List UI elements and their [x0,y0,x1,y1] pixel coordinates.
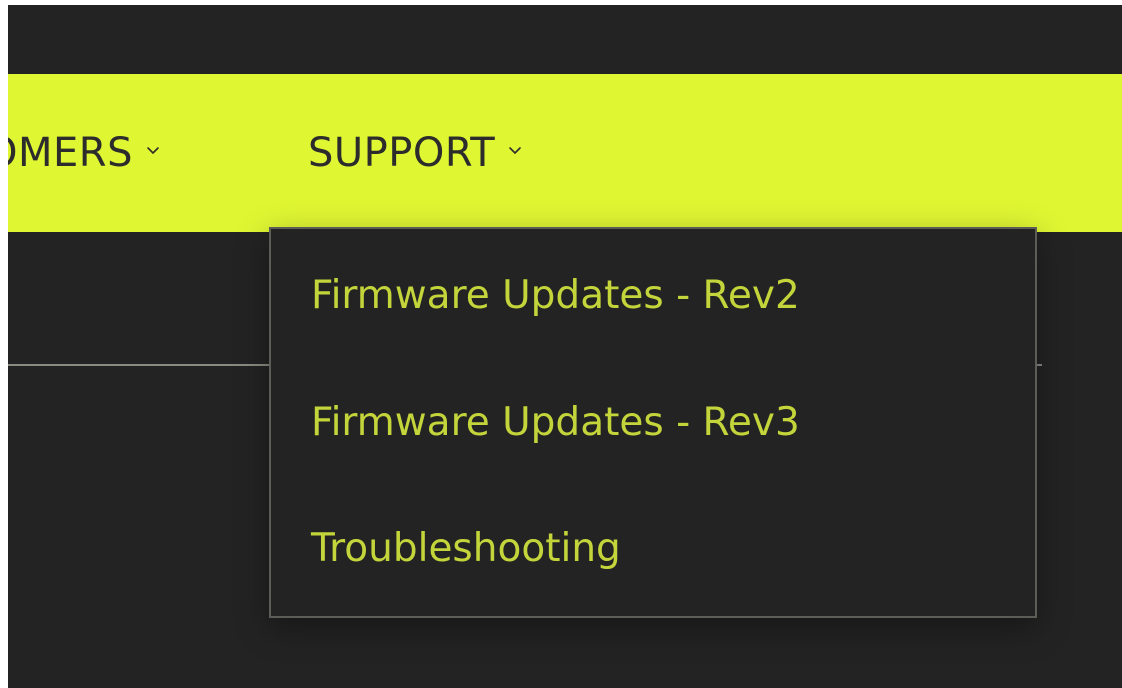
chevron-down-icon [147,147,159,154]
nav-item-customers[interactable]: OMERS [8,74,161,232]
chevron-down-icon [509,147,522,154]
menu-item-troubleshooting[interactable]: Troubleshooting [311,508,621,588]
nav-item-support[interactable]: SUPPORT [308,74,523,232]
nav-item-customers-label: OMERS [8,130,133,176]
support-dropdown-menu: Firmware Updates - Rev2 Firmware Updates… [269,227,1037,618]
top-navbar: OMERS SUPPORT [8,74,1122,232]
menu-item-firmware-rev3[interactable]: Firmware Updates - Rev3 [311,382,800,462]
page: OMERS SUPPORT Firmware Updates - Rev2 Fi… [8,5,1122,688]
menu-item-firmware-rev2[interactable]: Firmware Updates - Rev2 [311,255,800,335]
nav-item-support-label: SUPPORT [308,130,496,176]
